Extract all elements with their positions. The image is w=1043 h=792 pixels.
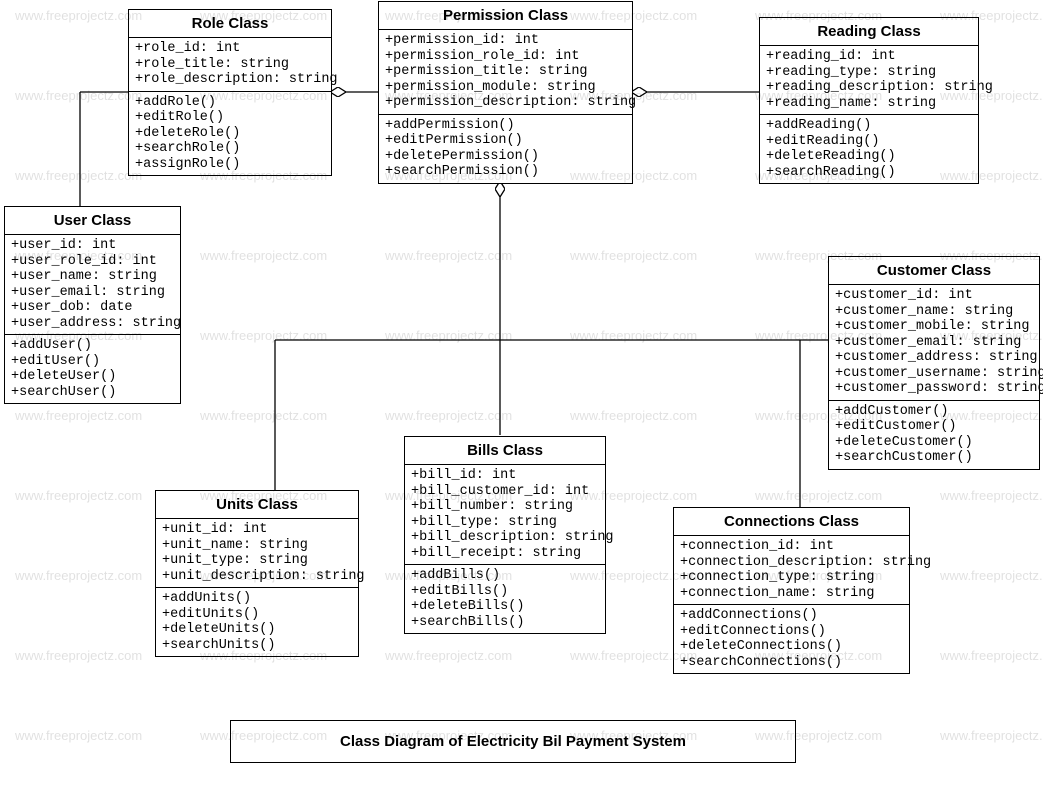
class-methods: +addPermission()+editPermission()+delete… <box>379 115 632 183</box>
watermark-text: www.freeprojectz.com <box>200 248 327 263</box>
class-title: Role Class <box>129 10 331 38</box>
watermark-text: www.freeprojectz.com <box>940 648 1043 663</box>
watermark-text: www.freeprojectz.com <box>570 408 697 423</box>
class-attrs: +user_id: int+user_role_id: int+user_nam… <box>5 235 180 335</box>
class-permission: Permission Class +permission_id: int+per… <box>378 1 633 184</box>
class-title: Bills Class <box>405 437 605 465</box>
class-role: Role Class +role_id: int+role_title: str… <box>128 9 332 176</box>
watermark-text: www.freeprojectz.com <box>385 328 512 343</box>
watermark-text: www.freeprojectz.com <box>15 168 142 183</box>
watermark-text: www.freeprojectz.com <box>15 8 142 23</box>
watermark-text: www.freeprojectz.com <box>755 488 882 503</box>
watermark-text: www.freeprojectz.com <box>15 408 142 423</box>
class-title: Customer Class <box>829 257 1039 285</box>
watermark-text: www.freeprojectz.com <box>15 568 142 583</box>
class-attrs: +reading_id: int+reading_type: string+re… <box>760 46 978 115</box>
class-customer: Customer Class +customer_id: int+custome… <box>828 256 1040 470</box>
class-attrs: +role_id: int+role_title: string+role_de… <box>129 38 331 92</box>
watermark-text: www.freeprojectz.com <box>15 88 142 103</box>
class-methods: +addRole()+editRole()+deleteRole()+searc… <box>129 92 331 176</box>
watermark-text: www.freeprojectz.com <box>200 408 327 423</box>
class-attrs: +connection_id: int+connection_descripti… <box>674 536 909 605</box>
class-title: Connections Class <box>674 508 909 536</box>
watermark-text: www.freeprojectz.com <box>15 488 142 503</box>
class-methods: +addBills()+editBills()+deleteBills()+se… <box>405 565 605 633</box>
class-attrs: +unit_id: int+unit_name: string+unit_typ… <box>156 519 358 588</box>
class-attrs: +bill_id: int+bill_customer_id: int+bill… <box>405 465 605 565</box>
class-title: Units Class <box>156 491 358 519</box>
diagram-caption: Class Diagram of Electricity Bil Payment… <box>230 720 796 763</box>
watermark-text: www.freeprojectz.com <box>570 248 697 263</box>
class-methods: +addReading()+editReading()+deleteReadin… <box>760 115 978 183</box>
watermark-text: www.freeprojectz.com <box>570 328 697 343</box>
class-title: User Class <box>5 207 180 235</box>
class-methods: +addCustomer()+editCustomer()+deleteCust… <box>829 401 1039 469</box>
class-methods: +addConnections()+editConnections()+dele… <box>674 605 909 673</box>
watermark-text: www.freeprojectz.com <box>200 328 327 343</box>
watermark-text: www.freeprojectz.com <box>940 728 1043 743</box>
watermark-text: www.freeprojectz.com <box>15 728 142 743</box>
class-title: Reading Class <box>760 18 978 46</box>
class-units: Units Class +unit_id: int+unit_name: str… <box>155 490 359 657</box>
class-attrs: +customer_id: int+customer_name: string+… <box>829 285 1039 401</box>
class-attrs: +permission_id: int+permission_role_id: … <box>379 30 632 115</box>
class-bills: Bills Class +bill_id: int+bill_customer_… <box>404 436 606 634</box>
class-connections: Connections Class +connection_id: int+co… <box>673 507 910 674</box>
watermark-text: www.freeprojectz.com <box>940 488 1043 503</box>
watermark-text: www.freeprojectz.com <box>385 648 512 663</box>
watermark-text: www.freeprojectz.com <box>15 648 142 663</box>
class-user: User Class +user_id: int+user_role_id: i… <box>4 206 181 404</box>
class-reading: Reading Class +reading_id: int+reading_t… <box>759 17 979 184</box>
class-title: Permission Class <box>379 2 632 30</box>
watermark-text: www.freeprojectz.com <box>385 408 512 423</box>
watermark-text: www.freeprojectz.com <box>385 248 512 263</box>
watermark-text: www.freeprojectz.com <box>940 568 1043 583</box>
class-methods: +addUnits()+editUnits()+deleteUnits()+se… <box>156 588 358 656</box>
class-methods: +addUser()+editUser()+deleteUser()+searc… <box>5 335 180 403</box>
